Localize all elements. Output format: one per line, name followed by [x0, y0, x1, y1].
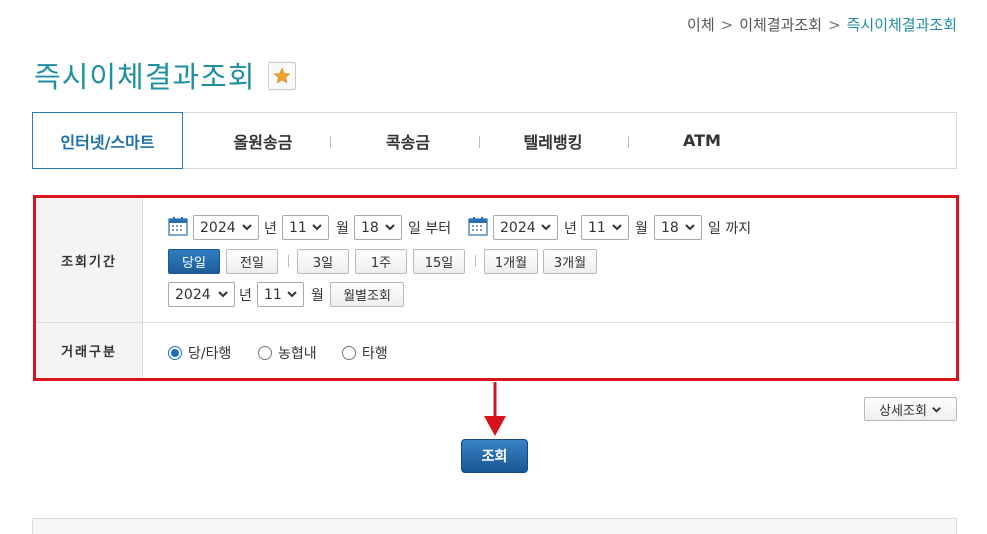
year-unit: 년	[239, 288, 252, 304]
from-day-select[interactable]: 18	[354, 215, 402, 240]
chevron-down-icon	[312, 224, 322, 231]
month-unit: 월	[635, 221, 648, 237]
monthly-year-value: 2024	[175, 286, 211, 303]
tab-divider	[628, 136, 629, 148]
year-unit: 년	[264, 221, 277, 237]
chevron-down-icon	[541, 224, 551, 231]
quick-today-button[interactable]: 당일	[168, 249, 220, 274]
detail-search-button[interactable]: 상세조회	[864, 397, 957, 421]
from-day-value: 18	[361, 219, 379, 236]
tab-divider	[330, 136, 331, 148]
breadcrumb-item-result[interactable]: 이체결과조회	[739, 16, 822, 34]
to-month-value: 11	[588, 219, 606, 236]
radio-button	[258, 346, 272, 360]
down-arrow-icon	[484, 382, 506, 436]
from-month-select[interactable]: 11	[282, 215, 329, 240]
channel-tabs: 인터넷/스마트 올원송금 콕송금 텔레뱅킹 ATM	[32, 112, 957, 169]
radio-label: 당/타행	[188, 346, 232, 362]
page-title: 즉시이체결과조회	[34, 60, 256, 94]
radio-all-banks[interactable]: 당/타행	[168, 343, 231, 363]
calendar-icon[interactable]	[468, 216, 488, 236]
chevron-down-icon	[932, 406, 941, 413]
result-area	[32, 518, 957, 534]
month-unit: 월	[336, 221, 349, 237]
radio-label: 농협내	[278, 346, 317, 362]
to-day-value: 18	[661, 219, 679, 236]
search-button[interactable]: 조회	[461, 439, 528, 473]
tab-divider	[479, 136, 480, 148]
quick-3days-button[interactable]: 3일	[297, 249, 349, 274]
tab-atm[interactable]: ATM	[647, 112, 757, 169]
month-unit: 월	[311, 288, 324, 304]
from-year-value: 2024	[200, 219, 236, 236]
chevron-down-icon	[685, 224, 695, 231]
year-unit: 년	[564, 221, 577, 237]
chevron-down-icon	[385, 224, 395, 231]
radio-other-banks[interactable]: 타행	[342, 343, 388, 363]
favorite-button[interactable]	[268, 62, 296, 90]
radio-nonghyup-internal[interactable]: 농협내	[258, 343, 317, 363]
quick-1month-button[interactable]: 1개월	[484, 249, 538, 274]
tab-internet-smart[interactable]: 인터넷/스마트	[32, 112, 183, 169]
row-divider	[36, 322, 956, 323]
from-year-select[interactable]: 2024	[193, 215, 259, 240]
breadcrumb-current: 즉시이체결과조회	[846, 16, 957, 34]
detail-search-label: 상세조회	[879, 403, 927, 419]
tab-kok-transfer[interactable]: 콕송금	[353, 112, 463, 169]
tab-telebanking[interactable]: 텔레뱅킹	[498, 112, 608, 169]
breadcrumb: 이체 > 이체결과조회 > 즉시이체결과조회	[687, 14, 957, 35]
quick-3months-button[interactable]: 3개월	[543, 249, 597, 274]
star-icon	[273, 67, 291, 84]
to-month-select[interactable]: 11	[581, 215, 629, 240]
chevron-down-icon	[612, 224, 622, 231]
radio-label: 타행	[362, 346, 388, 362]
to-year-value: 2024	[500, 219, 536, 236]
from-month-value: 11	[289, 219, 307, 236]
quick-15days-button[interactable]: 15일	[413, 249, 465, 274]
day-to-unit: 일 까지	[708, 221, 752, 237]
monthly-search-button[interactable]: 월별조회	[330, 282, 404, 307]
radio-button-selected	[168, 346, 182, 360]
to-day-select[interactable]: 18	[654, 215, 702, 240]
breadcrumb-separator: >	[720, 16, 734, 34]
tab-allone-transfer[interactable]: 올원송금	[208, 112, 318, 169]
quick-yesterday-button[interactable]: 전일	[226, 249, 278, 274]
breadcrumb-item-transfer[interactable]: 이체	[687, 16, 715, 34]
day-from-unit: 일 부터	[408, 221, 452, 237]
to-year-select[interactable]: 2024	[493, 215, 558, 240]
period-label: 조회기간	[36, 198, 143, 322]
monthly-year-select[interactable]: 2024	[168, 282, 235, 307]
txn-type-label: 거래구분	[36, 323, 143, 378]
radio-button	[342, 346, 356, 360]
calendar-icon[interactable]	[168, 216, 188, 236]
monthly-month-select[interactable]: 11	[257, 282, 304, 307]
chevron-down-icon	[287, 291, 297, 298]
button-divider	[288, 255, 289, 267]
search-filter-panel: 조회기간 거래구분 2024 년 11 월 18 일 부터 2024 년 11 …	[33, 195, 959, 381]
quick-1week-button[interactable]: 1주	[355, 249, 407, 274]
breadcrumb-separator: >	[828, 16, 841, 34]
chevron-down-icon	[218, 291, 228, 298]
button-divider	[475, 255, 476, 267]
chevron-down-icon	[242, 224, 252, 231]
monthly-month-value: 11	[264, 286, 282, 303]
